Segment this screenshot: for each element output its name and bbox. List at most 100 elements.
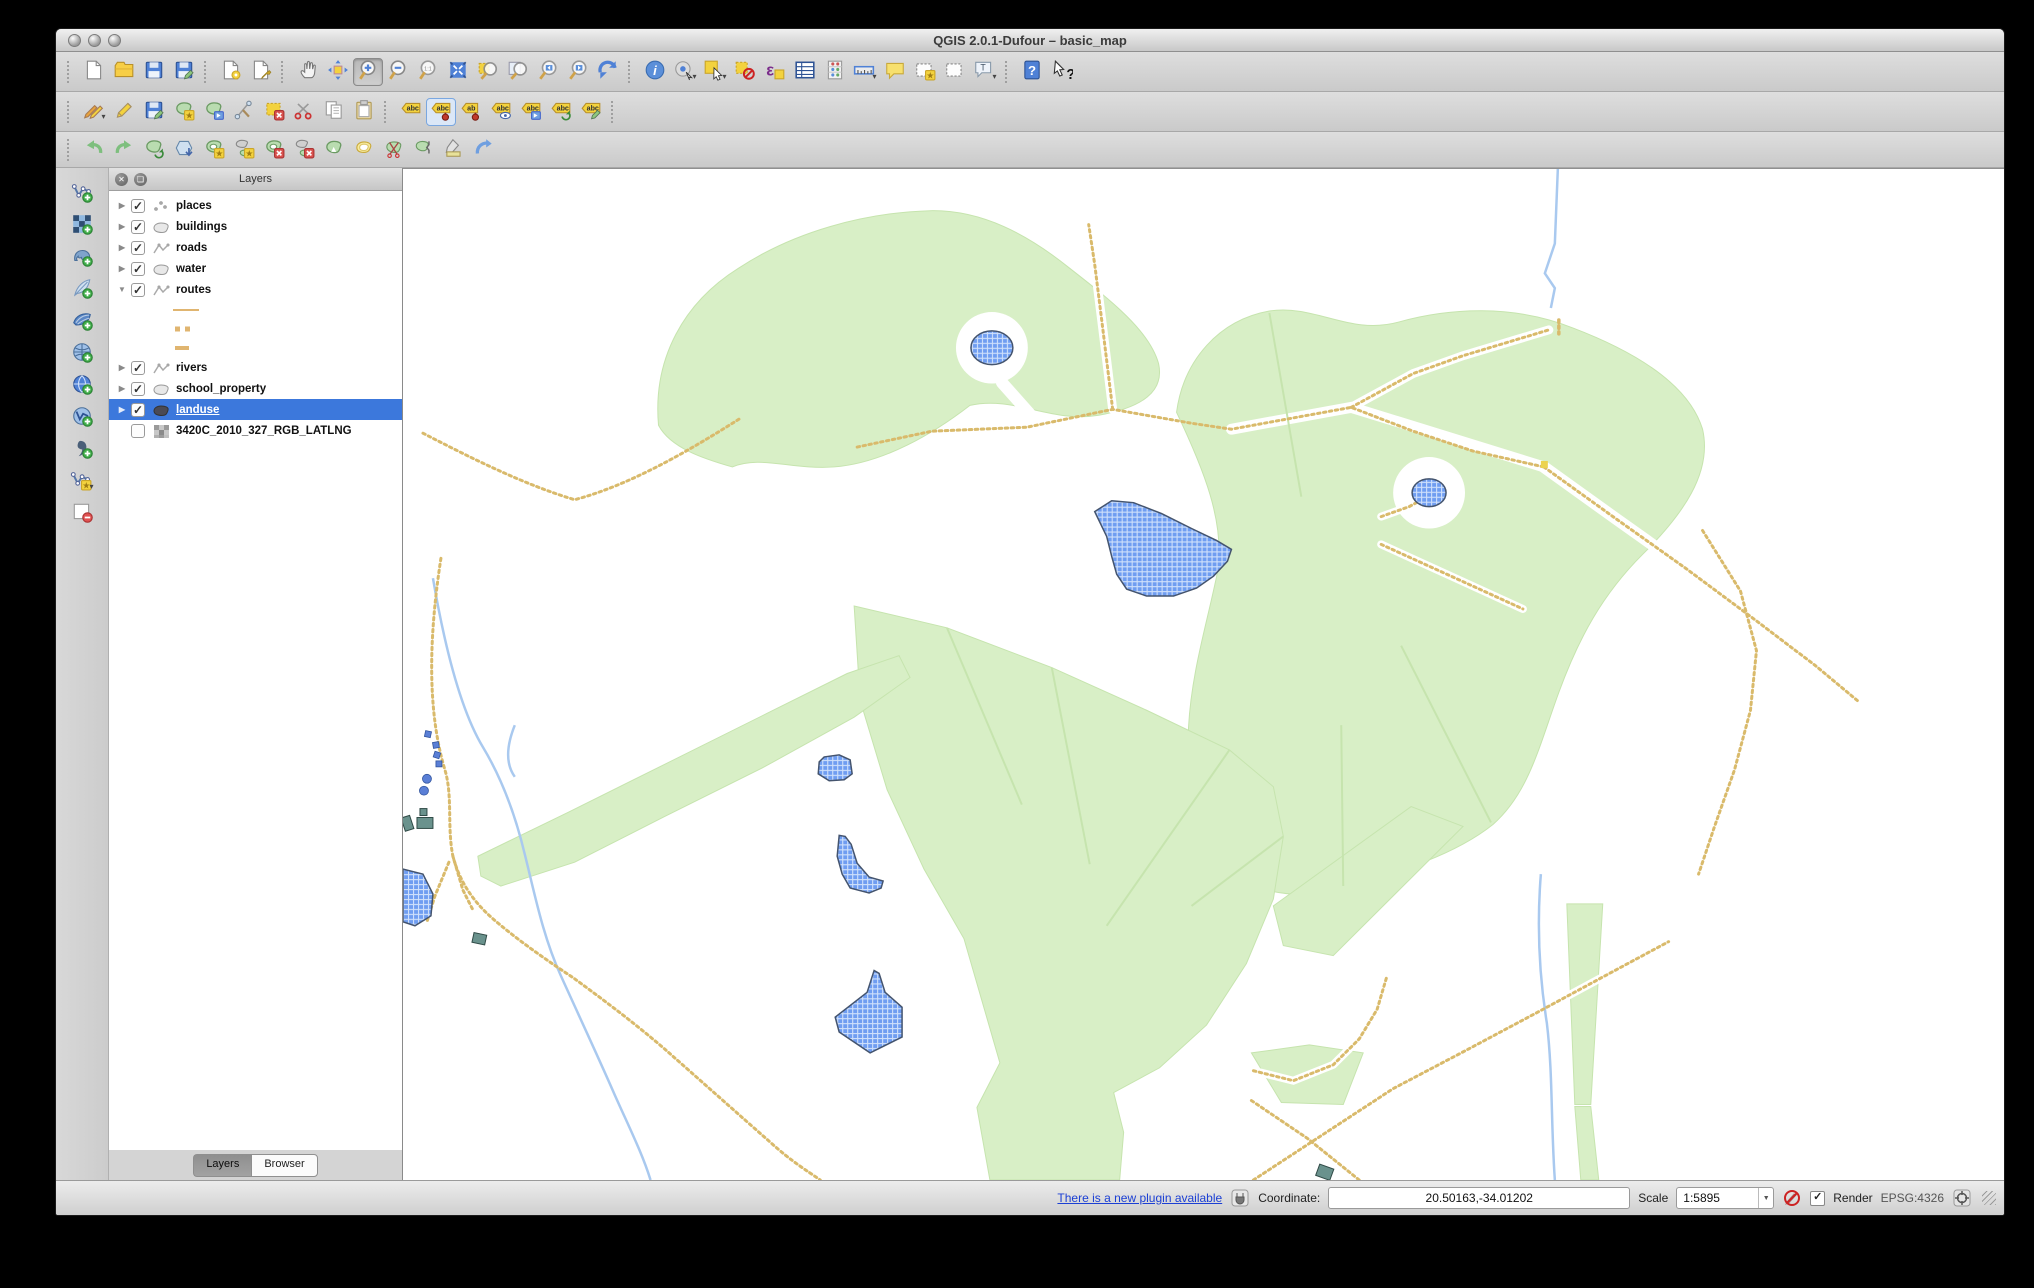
layer-visibility-checkbox[interactable]: ✓ [131,241,145,255]
layer-row-water[interactable]: ▶✓water [109,258,402,279]
layer-visibility-checkbox[interactable]: ✓ [131,382,145,396]
cut-features-button[interactable] [289,98,319,126]
layer-expander-icon[interactable]: ▶ [115,363,129,372]
add-spatialite-layer-button[interactable] [65,274,99,304]
layer-visibility-checkbox[interactable] [131,424,145,438]
delete-selected-button[interactable] [259,98,289,126]
remove-layer-button[interactable] [65,498,99,528]
layer-row-rivers[interactable]: ▶✓rivers [109,357,402,378]
layer-expander-icon[interactable]: ▼ [115,285,129,294]
map-tips-button[interactable] [880,58,910,86]
layer-expander-icon[interactable]: ▶ [115,222,129,231]
dropdown-arrow-icon[interactable]: ▾ [992,72,996,85]
layer-row-roads[interactable]: ▶✓roads [109,237,402,258]
pan-map-button[interactable] [293,58,323,86]
add-oracle-layer-button[interactable] [65,338,99,368]
scale-combobox[interactable]: 1:5895 ▼ [1676,1187,1774,1209]
dropdown-arrow-icon[interactable]: ▾ [101,112,105,125]
pan-to-selection-button[interactable] [323,58,353,86]
delete-part-button[interactable] [289,136,319,164]
add-wfs-layer-button[interactable] [65,402,99,432]
tab-layers[interactable]: Layers [193,1154,251,1177]
add-part-button[interactable]: ★ [229,136,259,164]
save-project-button[interactable] [139,58,169,86]
zoom-native-button[interactable]: 1:1 [413,58,443,86]
identify-features-button[interactable]: i [640,58,670,86]
dropdown-arrow-icon[interactable]: ▾ [89,482,93,495]
show-bookmarks-button[interactable] [940,58,970,86]
rotate-point-symbols-button[interactable] [469,136,499,164]
save-project-as-button[interactable] [169,58,199,86]
open-project-button[interactable] [109,58,139,86]
stop-render-icon[interactable] [1782,1188,1802,1208]
dropdown-arrow-icon[interactable]: ▾ [692,72,696,85]
add-mssql-layer-button[interactable] [65,306,99,336]
zoom-next-button[interactable] [563,58,593,86]
zoom-last-button[interactable] [533,58,563,86]
dropdown-arrow-icon[interactable]: ▾ [872,72,876,85]
zoom-to-selection-button[interactable] [473,58,503,86]
select-features-button[interactable]: ▾ [700,58,730,86]
layer-expander-icon[interactable]: ▶ [115,384,129,393]
resize-grip[interactable] [1982,1191,1996,1205]
change-label-button[interactable]: abc [576,98,606,126]
select-by-expression-button[interactable]: ε [760,58,790,86]
merge-features-button[interactable] [439,136,469,164]
layer-visibility-checkbox[interactable]: ✓ [131,283,145,297]
add-postgis-layer-button[interactable] [65,242,99,272]
move-feature-button[interactable] [199,98,229,126]
offset-curve-button[interactable] [349,136,379,164]
title-bar[interactable]: QGIS 2.0.1-Dufour – basic_map [56,29,2004,52]
rotate-label-button[interactable]: abc [546,98,576,126]
layer-visibility-checkbox[interactable]: ✓ [131,262,145,276]
zoom-full-button[interactable] [443,58,473,86]
render-checkbox[interactable]: ✓ [1810,1191,1825,1206]
layer-row-buildings[interactable]: ▶✓buildings [109,216,402,237]
dropdown-arrow-icon[interactable]: ▾ [722,72,726,85]
plugin-available-link[interactable]: There is a new plugin available [1057,1191,1222,1205]
redo-button[interactable] [109,136,139,164]
layer-row-landuse[interactable]: ▶✓landuse [109,399,402,420]
toggle-editing-button[interactable] [109,98,139,126]
help-button[interactable]: ? [1017,58,1047,86]
reshape-features-button[interactable] [319,136,349,164]
layer-row-3420C_2010_327_RGB_LATLNG[interactable]: 3420C_2010_327_RGB_LATLNG [109,420,402,441]
node-tool-button[interactable] [229,98,259,126]
layer-visibility-checkbox[interactable]: ✓ [131,403,145,417]
measure-button[interactable]: ▾ [850,58,880,86]
layer-row-places[interactable]: ▶✓places [109,195,402,216]
paste-features-button[interactable] [349,98,379,126]
field-calculator-button[interactable] [820,58,850,86]
layer-row-school_property[interactable]: ▶✓school_property [109,378,402,399]
new-composer-button[interactable] [216,58,246,86]
delete-ring-button[interactable] [259,136,289,164]
run-feature-action-button[interactable]: ▾ [670,58,700,86]
copy-features-button[interactable] [319,98,349,126]
add-feature-button[interactable]: ★ [169,98,199,126]
zoom-in-button[interactable] [353,58,383,86]
tab-browser[interactable]: Browser [251,1154,317,1177]
zoom-to-layer-button[interactable] [503,58,533,86]
toggle-label-visibility-button[interactable]: abc [486,98,516,126]
crs-target-icon[interactable] [1952,1188,1972,1208]
add-ring-button[interactable]: ★ [199,136,229,164]
save-layer-edits-button[interactable] [139,98,169,126]
layer-visibility-checkbox[interactable]: ✓ [131,361,145,375]
add-delimited-text-button[interactable] [65,434,99,464]
whats-this-button[interactable]: ? [1047,58,1077,86]
add-vector-layer-button[interactable] [65,178,99,208]
map-canvas[interactable] [403,168,2004,1180]
coordinate-input[interactable]: 20.50163,-34.01202 [1328,1187,1630,1209]
new-shapefile-layer-button[interactable]: ★▾ [65,466,99,496]
scale-dropdown-icon[interactable]: ▼ [1758,1188,1773,1208]
highlight-pinned-labels-button[interactable]: ab [456,98,486,126]
current-edits-button[interactable]: ▾ [79,98,109,126]
labeling-button[interactable]: abc [396,98,426,126]
layer-expander-icon[interactable]: ▶ [115,264,129,273]
new-project-button[interactable] [79,58,109,86]
layer-row-routes[interactable]: ▼✓routes [109,279,402,300]
add-wms-layer-button[interactable] [65,370,99,400]
text-annotation-button[interactable]: T▾ [970,58,1000,86]
layer-expander-icon[interactable]: ▶ [115,405,129,414]
layer-expander-icon[interactable]: ▶ [115,243,129,252]
